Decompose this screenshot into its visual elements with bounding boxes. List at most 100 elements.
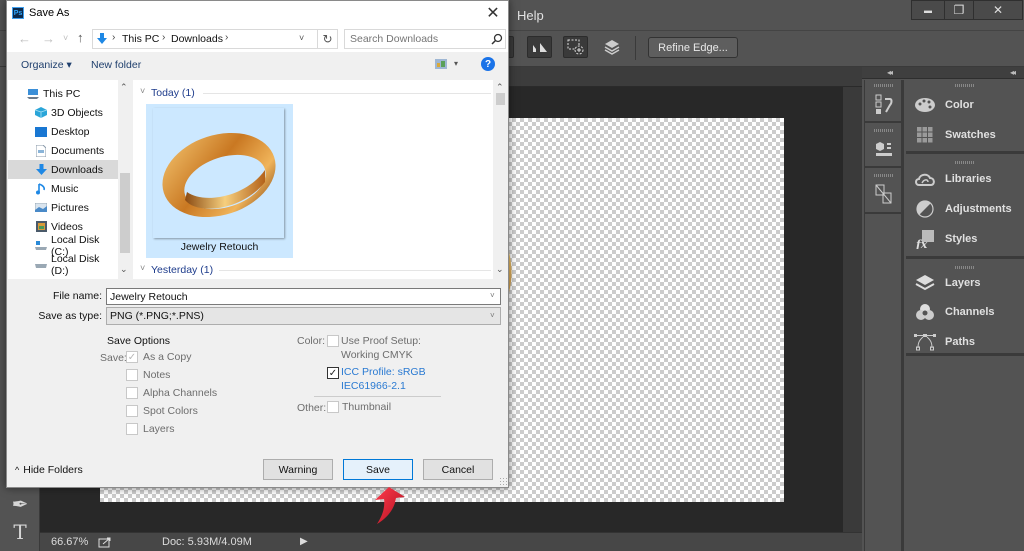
view-dropdown[interactable]: ▾ — [454, 59, 458, 68]
search-icon[interactable] — [491, 33, 503, 45]
option-thumbnail[interactable]: Thumbnail — [327, 401, 391, 413]
icon-group-properties — [865, 125, 903, 168]
nav-item-music[interactable]: Music — [8, 179, 118, 198]
group-header-today[interactable]: Today (1) — [151, 87, 195, 99]
cancel-button[interactable]: Cancel — [423, 459, 493, 480]
search-input[interactable] — [345, 30, 485, 48]
file-name-input[interactable] — [107, 289, 477, 304]
scroll-down-icon[interactable]: ⌄ — [496, 264, 504, 275]
group-header-yesterday[interactable]: Yesterday (1) — [151, 264, 213, 276]
dialog-close-button[interactable]: ✕ — [481, 3, 505, 23]
restore-button[interactable]: ❐ — [944, 0, 974, 20]
history-button[interactable] — [865, 87, 903, 121]
option-notes[interactable]: Notes — [126, 369, 170, 381]
panel-layers[interactable]: Layers — [914, 271, 980, 295]
option-alpha-channels[interactable]: Alpha Channels — [126, 387, 217, 399]
use-proof-setup-checkbox[interactable] — [327, 335, 339, 347]
layers-checkbox[interactable] — [126, 423, 138, 435]
panel-label: Layers — [945, 277, 981, 289]
share-icon[interactable] — [98, 536, 112, 548]
scroll-down-icon[interactable]: ⌄ — [120, 264, 128, 275]
icc-profile-checkbox[interactable]: ✓ — [327, 367, 339, 379]
status-menu-arrow[interactable]: ▶ — [300, 536, 308, 547]
panel-color[interactable]: Color — [914, 93, 974, 117]
back-button[interactable]: ← — [18, 31, 31, 46]
menu-help[interactable]: Help — [517, 8, 544, 23]
close-window-button[interactable]: ✕ — [973, 0, 1023, 20]
panel-styles[interactable]: fx Styles — [914, 227, 977, 251]
documents-icon — [35, 144, 47, 157]
resize-grip[interactable] — [499, 477, 507, 485]
zoom-level[interactable]: 66.67% — [51, 536, 88, 548]
scroll-up-icon[interactable]: ⌃ — [496, 82, 504, 93]
up-button[interactable]: ↑ — [77, 30, 84, 45]
chevron-down-icon[interactable]: ˅ — [140, 86, 145, 96]
file-list-scrollbar[interactable]: ⌃ ⌄ — [494, 80, 507, 279]
channels-icon — [916, 304, 934, 320]
option-spot-colors[interactable]: Spot Colors — [126, 405, 198, 417]
collapse-panels-button[interactable]: ◂◂ — [1010, 68, 1016, 77]
chevron-down-icon[interactable]: ˅ — [140, 263, 145, 273]
address-dropdown[interactable]: ˅ — [299, 33, 304, 43]
nav-item-desktop[interactable]: Desktop — [8, 122, 118, 141]
panel-channels[interactable]: Channels — [914, 300, 995, 324]
pen-icon: ✒ — [11, 492, 29, 516]
option-layers[interactable]: Layers — [126, 423, 175, 435]
panel-swatches[interactable]: Swatches — [914, 123, 996, 147]
up-arrow-icon: ↑ — [77, 30, 84, 45]
nav-item-this-pc[interactable]: This PC — [8, 84, 118, 103]
alpha-channels-checkbox[interactable] — [126, 387, 138, 399]
search-box[interactable] — [344, 29, 506, 49]
organize-button[interactable]: Organize ▾ — [21, 59, 72, 71]
nav-item-pictures[interactable]: Pictures — [8, 198, 118, 217]
panel-libraries[interactable]: Libraries — [914, 167, 991, 191]
scroll-up-icon[interactable]: ⌃ — [120, 82, 128, 93]
layers-stack-button[interactable] — [601, 37, 623, 57]
add-to-selection-button[interactable] — [563, 36, 588, 58]
breadcrumb-this-pc[interactable]: This PC — [122, 33, 159, 45]
nav-item-documents[interactable]: Documents — [8, 141, 118, 160]
sample-all-layers-button[interactable] — [527, 36, 552, 58]
forward-button[interactable]: → — [42, 31, 55, 46]
address-bar[interactable]: › This PC › Downloads › ˅ — [92, 29, 318, 49]
panel-adjustments[interactable]: Adjustments — [914, 197, 1012, 221]
pen-tool[interactable]: ✒ — [8, 492, 32, 516]
help-icon[interactable]: ? — [481, 57, 495, 71]
thumbnail-checkbox[interactable] — [327, 401, 339, 413]
grip-handle[interactable] — [955, 266, 975, 269]
refine-edge-button[interactable]: Refine Edge... — [648, 37, 738, 58]
nav-item-disk-d[interactable]: Local Disk (D:) — [8, 253, 118, 277]
file-scroll-thumb[interactable] — [496, 93, 505, 105]
navigation-scroll-thumb[interactable] — [120, 173, 130, 253]
collapse-icons-button[interactable]: ◂◂ — [887, 68, 893, 77]
file-thumbnail — [153, 108, 284, 238]
hide-folders-button[interactable]: ^ Hide Folders — [15, 464, 83, 476]
nav-item-3d-objects[interactable]: 3D Objects — [8, 103, 118, 122]
canvas-scrollbar[interactable] — [843, 87, 862, 532]
minimize-button[interactable]: ▬ — [911, 0, 945, 20]
grip-handle[interactable] — [955, 161, 975, 164]
properties-button[interactable] — [865, 132, 903, 166]
transform-button[interactable] — [865, 177, 903, 211]
warning-button[interactable]: Warning — [263, 459, 333, 480]
breadcrumb-downloads[interactable]: Downloads — [171, 33, 223, 45]
grip-handle[interactable] — [955, 84, 975, 87]
notes-checkbox[interactable] — [126, 369, 138, 381]
view-options-icon[interactable] — [435, 59, 447, 69]
nav-item-label: Pictures — [51, 201, 89, 214]
file-name-field[interactable]: ˅ — [106, 288, 501, 305]
save-button[interactable]: Save — [343, 459, 413, 480]
new-folder-button[interactable]: New folder — [91, 59, 141, 71]
dialog-titlebar[interactable] — [7, 1, 508, 26]
as-a-copy-checkbox[interactable]: ✓ — [126, 351, 138, 363]
save-type-select[interactable]: PNG (*.PNG;*.PNS) ˅ — [106, 307, 501, 325]
spot-colors-checkbox[interactable] — [126, 405, 138, 417]
panel-paths[interactable]: Paths — [914, 330, 975, 354]
option-as-a-copy[interactable]: ✓ As a Copy — [126, 351, 191, 363]
ring-thumbnail-image — [162, 132, 276, 218]
refresh-button[interactable]: ↻ — [318, 29, 338, 49]
recent-locations-button[interactable]: ˅ — [63, 33, 68, 43]
type-tool[interactable]: T — [8, 520, 32, 544]
nav-item-downloads[interactable]: Downloads — [8, 160, 118, 179]
chevron-down-icon[interactable]: ˅ — [490, 291, 495, 300]
